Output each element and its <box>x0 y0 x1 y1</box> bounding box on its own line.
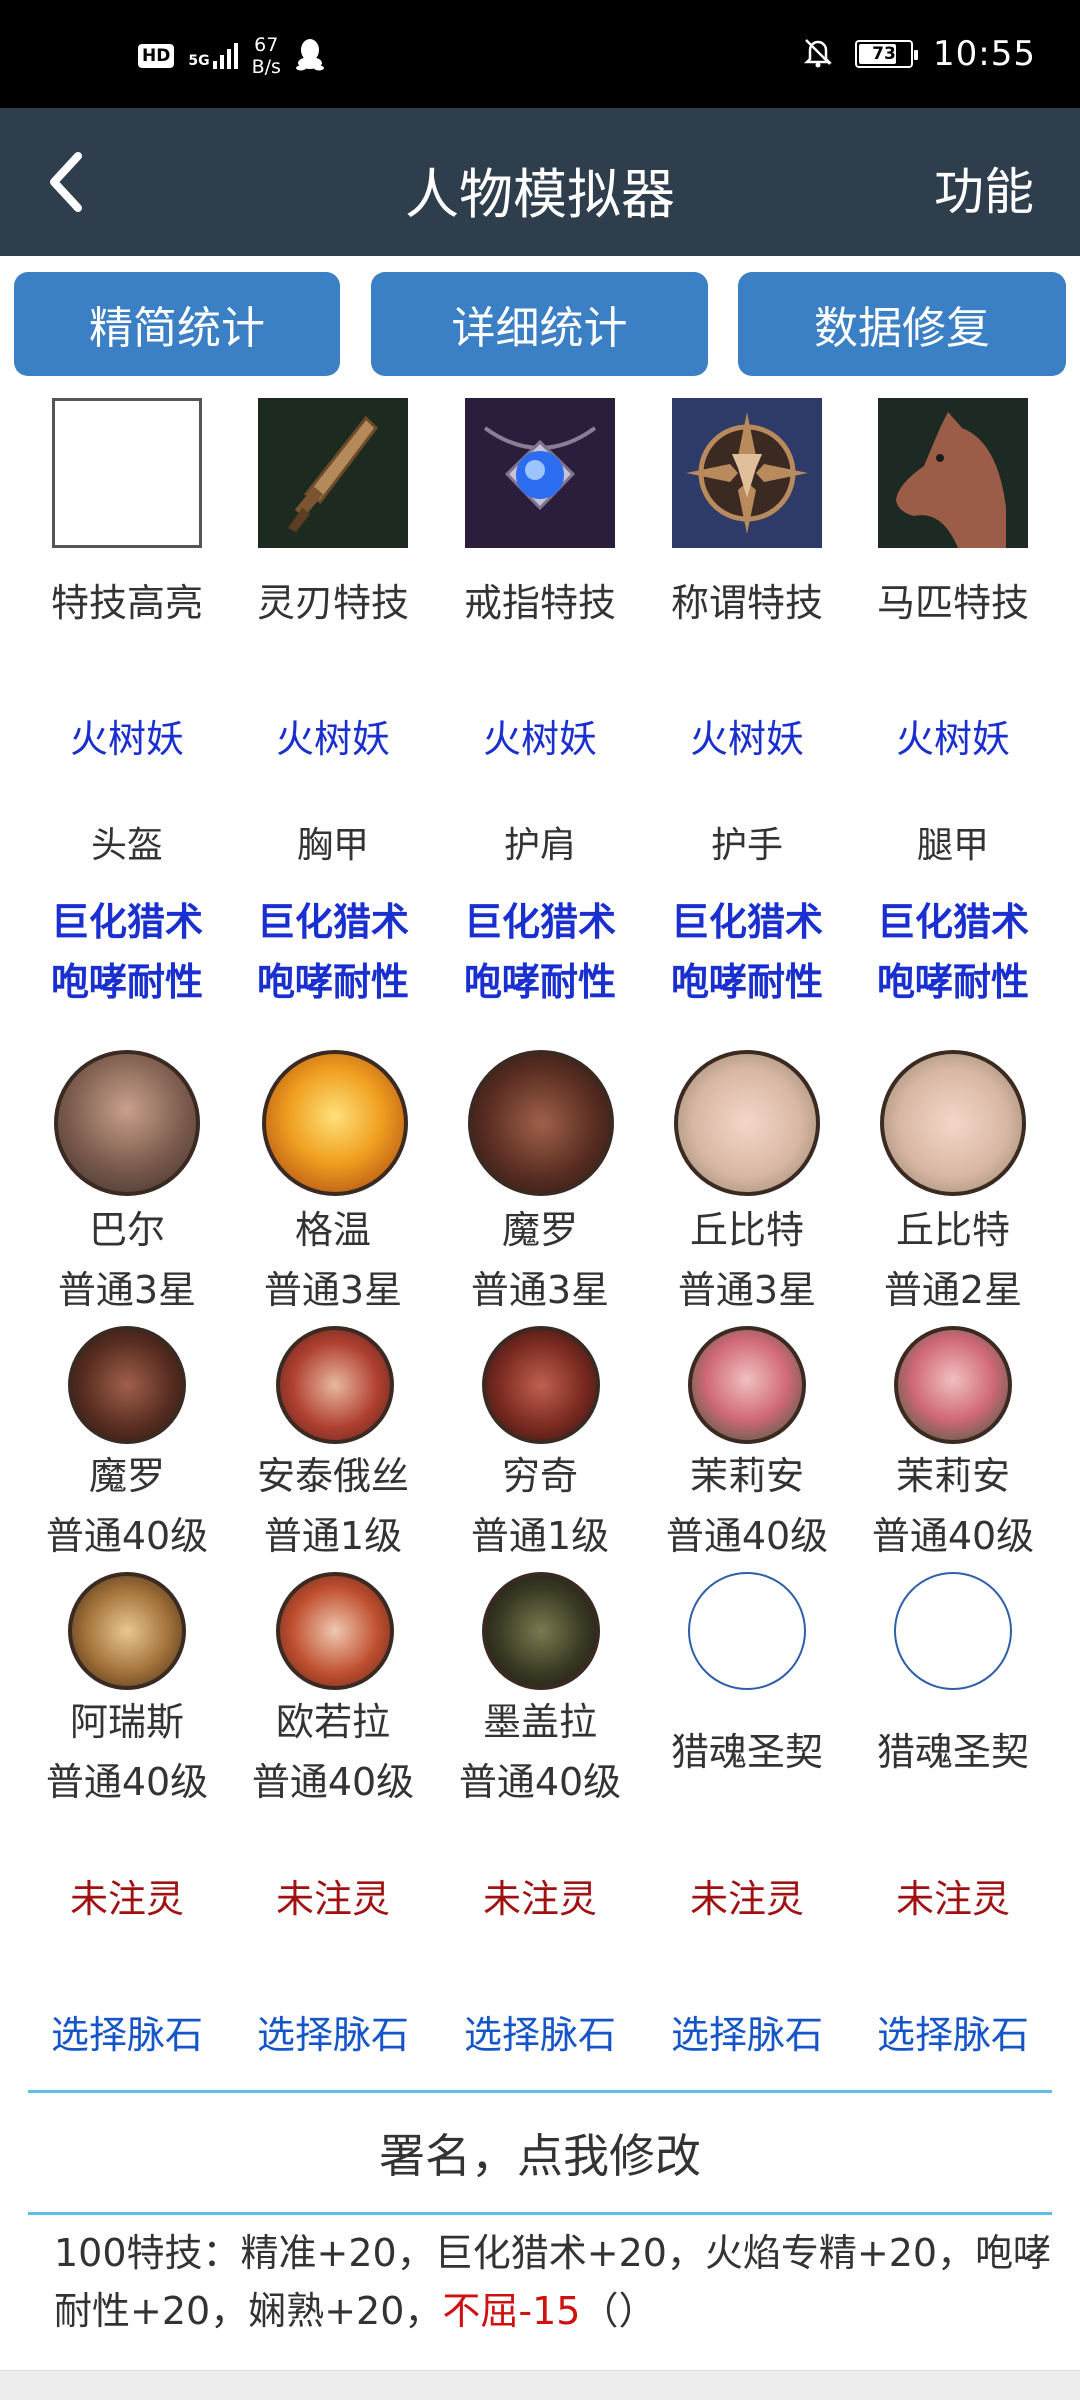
set-name-link[interactable]: 火树妖 <box>644 708 850 763</box>
select-vein-stone-link[interactable]: 选择脉石 <box>24 2004 230 2059</box>
hero-info: 丘比特 普通3星 <box>677 1208 817 1312</box>
page-title: 人物模拟器 <box>405 163 675 226</box>
select-vein-stone-link[interactable]: 选择脉石 <box>644 2004 850 2059</box>
hero-info: 巴尔 普通3星 <box>57 1208 197 1312</box>
bottom-bar <box>0 2370 1080 2400</box>
hero-info: 阿瑞斯 普通40级 <box>45 1700 209 1804</box>
hero-info: 茉莉安 普通40级 <box>871 1454 1035 1558</box>
empty-slot-icon[interactable] <box>894 1572 1012 1690</box>
set-name-link[interactable]: 火树妖 <box>437 708 643 763</box>
qq-icon <box>295 37 325 75</box>
hero-info: 茉莉安 普通40级 <box>665 1454 829 1558</box>
armor-attrs[interactable]: 巨化猎术 咆哮耐性 <box>230 892 436 1012</box>
net-speed: 67 B/s <box>251 34 281 78</box>
hero-avatar-jasmine[interactable] <box>894 1326 1012 1444</box>
hero-avatar-gwen[interactable] <box>262 1050 408 1196</box>
dagger-icon[interactable] <box>258 398 408 548</box>
spirit-status[interactable]: 未注灵 <box>24 1868 230 1923</box>
hero-avatar-cupid[interactable] <box>880 1050 1026 1196</box>
skill-summary: 100特技：精准+20，巨化猎术+20，火焰专精+20，咆哮耐性+20，娴熟+2… <box>54 2231 1052 2333</box>
hero-info: 欧若拉 普通40级 <box>251 1700 415 1804</box>
armor-slot-gloves[interactable]: 护手 <box>644 816 850 868</box>
skill-label: 特技高亮 <box>50 581 203 625</box>
divider <box>28 2090 1052 2093</box>
set-name-link[interactable]: 火树妖 <box>230 708 436 763</box>
app-bar: 人物模拟器 功能 <box>0 108 1080 256</box>
detail-stats-button[interactable]: 详细统计 <box>371 272 708 376</box>
select-vein-stone-link[interactable]: 选择脉石 <box>850 2004 1056 2059</box>
armor-attrs[interactable]: 巨化猎术 咆哮耐性 <box>437 892 643 1012</box>
skill-label: 称谓特技 <box>670 581 823 625</box>
hero-avatar-baal[interactable] <box>54 1050 200 1196</box>
skill-label: 灵刃特技 <box>256 581 409 625</box>
hero-info: 魔罗 普通3星 <box>470 1208 610 1312</box>
empty-slot-icon[interactable] <box>688 1572 806 1690</box>
hero-info: 格温 普通3星 <box>263 1208 403 1312</box>
mute-bell-icon <box>801 35 835 73</box>
armor-attrs[interactable]: 巨化猎术 咆哮耐性 <box>850 892 1056 1012</box>
hero-avatar-qiongqi[interactable] <box>482 1326 600 1444</box>
set-name-link[interactable]: 火树妖 <box>24 708 230 763</box>
armor-slot-shoulder[interactable]: 护肩 <box>437 816 643 868</box>
hero-avatar-moro[interactable] <box>68 1326 186 1444</box>
empty-box-icon[interactable] <box>52 398 202 548</box>
skill-label: 戒指特技 <box>463 581 616 625</box>
armor-attrs[interactable]: 巨化猎术 咆哮耐性 <box>644 892 850 1012</box>
set-name-link[interactable]: 火树妖 <box>850 708 1056 763</box>
hero-avatar-moro[interactable] <box>468 1050 614 1196</box>
select-vein-stone-link[interactable]: 选择脉石 <box>230 2004 436 2059</box>
skill-label: 马匹特技 <box>876 581 1029 625</box>
hunt-soul-contract[interactable]: 猎魂圣契 <box>850 1722 1056 1782</box>
spirit-status[interactable]: 未注灵 <box>644 1868 850 1923</box>
ring-amulet-icon[interactable] <box>465 398 615 548</box>
status-bar: HD 5G 67 B/s 73 10:55 <box>0 0 1080 108</box>
stats-button-row: 精简统计 详细统计 数据修复 <box>14 272 1066 378</box>
signature-field[interactable]: 署名，点我修改 <box>0 2120 1080 2186</box>
hero-info: 魔罗 普通40级 <box>45 1454 209 1558</box>
function-button[interactable]: 功能 <box>934 152 1034 224</box>
clock: 10:55 <box>933 34 1036 74</box>
hd-badge: HD <box>138 44 175 68</box>
select-vein-stone-link[interactable]: 选择脉石 <box>437 2004 643 2059</box>
armor-attrs[interactable]: 巨化猎术 咆哮耐性 <box>24 892 230 1012</box>
hero-avatar-cupid[interactable] <box>674 1050 820 1196</box>
armor-slot-helmet[interactable]: 头盔 <box>24 816 230 868</box>
spirit-status[interactable]: 未注灵 <box>437 1868 643 1923</box>
hero-avatar-ares[interactable] <box>68 1572 186 1690</box>
spirit-status[interactable]: 未注灵 <box>230 1868 436 1923</box>
hero-info: 安泰俄丝 普通1级 <box>256 1454 409 1558</box>
hero-info: 穷奇 普通1级 <box>470 1454 610 1558</box>
armor-slot-chest[interactable]: 胸甲 <box>230 816 436 868</box>
hero-info: 丘比特 普通2星 <box>883 1208 1023 1312</box>
horse-icon[interactable] <box>878 398 1028 548</box>
data-repair-button[interactable]: 数据修复 <box>738 272 1066 376</box>
battery-icon: 73 <box>855 40 919 68</box>
hunt-soul-contract[interactable]: 猎魂圣契 <box>644 1722 850 1782</box>
divider <box>28 2212 1052 2215</box>
signal-icon: 5G <box>188 43 238 69</box>
hero-info: 墨盖拉 普通40级 <box>458 1700 622 1804</box>
hero-avatar-jasmine[interactable] <box>688 1326 806 1444</box>
emblem-icon[interactable] <box>672 398 822 548</box>
spirit-status[interactable]: 未注灵 <box>850 1868 1056 1923</box>
hero-avatar-aurora[interactable] <box>276 1572 394 1690</box>
brief-stats-button[interactable]: 精简统计 <box>14 272 340 376</box>
hero-avatar-antaeus[interactable] <box>276 1326 394 1444</box>
hero-avatar-megaera[interactable] <box>482 1572 600 1690</box>
armor-slot-legs[interactable]: 腿甲 <box>850 816 1056 868</box>
